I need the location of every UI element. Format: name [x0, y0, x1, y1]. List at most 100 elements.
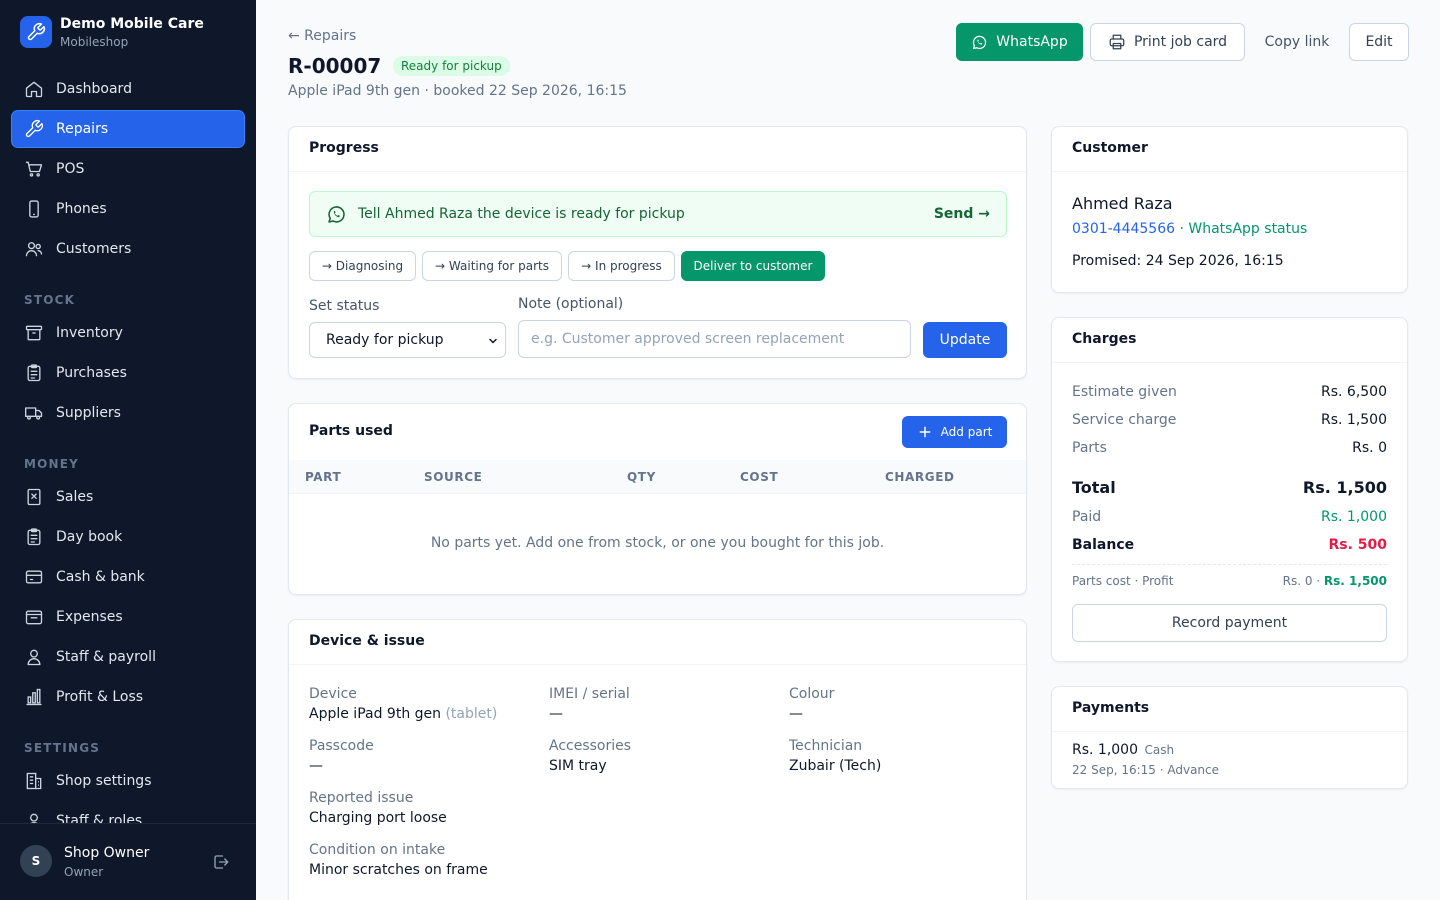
- field-value: Minor scratches on frame: [309, 862, 488, 878]
- column-header-charged: CHARGED: [885, 470, 955, 484]
- charges-card: Charges Estimate given Rs. 6,500 Service…: [1051, 317, 1408, 662]
- status-badge: Ready for pickup: [393, 56, 510, 76]
- row-label: Parts: [1072, 440, 1107, 456]
- sidebar-item-purchases[interactable]: Purchases: [12, 355, 244, 391]
- row-label: Estimate given: [1072, 384, 1177, 400]
- sidebar-item-label: Inventory: [56, 325, 123, 341]
- sidebar-item-label: Expenses: [56, 609, 123, 625]
- accessories-field: Accessories SIM tray: [549, 738, 779, 774]
- customer-contact: 0301-4445566 · WhatsApp status: [1072, 221, 1307, 237]
- deliver-to-customer-button[interactable]: Deliver to customer: [681, 251, 825, 281]
- add-part-button[interactable]: Add part: [902, 416, 1007, 448]
- bar-chart-icon: [24, 687, 44, 707]
- card-header: Device & issue: [289, 620, 1026, 665]
- sidebar-item-label: Profit & Loss: [56, 689, 144, 705]
- section-title-money: MONEY: [24, 457, 80, 471]
- field-label: Condition on intake: [309, 842, 446, 858]
- section-title-settings: SETTINGS: [24, 741, 101, 755]
- page-subtitle: Apple iPad 9th gen · booked 22 Sep 2026,…: [288, 83, 627, 99]
- sidebar-item-label: Day book: [56, 529, 123, 545]
- row-label: Parts cost · Profit: [1072, 574, 1174, 588]
- copy-link-button[interactable]: Copy link: [1252, 23, 1342, 61]
- sidebar-nav: Dashboard Repairs POS Phones Customers S…: [0, 68, 256, 823]
- back-to-repairs-link[interactable]: ← Repairs: [288, 28, 356, 44]
- technician-field: Technician Zubair (Tech): [789, 738, 1019, 774]
- update-button[interactable]: Update: [923, 322, 1007, 358]
- column-header-part: PART: [305, 470, 342, 484]
- sidebar-item-dashboard[interactable]: Dashboard: [12, 71, 244, 107]
- sidebar-item-label: Suppliers: [56, 405, 121, 421]
- row-label: Paid: [1072, 509, 1102, 525]
- sidebar-item-repairs[interactable]: Repairs: [12, 111, 244, 147]
- device-model: Apple iPad 9th gen: [309, 706, 442, 722]
- separator: ·: [1312, 574, 1324, 588]
- sidebar-item-staff-payroll[interactable]: Staff & payroll: [12, 639, 244, 675]
- field-value: —: [309, 758, 323, 774]
- sidebar-item-expenses[interactable]: Expenses: [12, 599, 244, 635]
- sidebar-item-day-book[interactable]: Day book: [12, 519, 244, 555]
- sidebar-item-suppliers[interactable]: Suppliers: [12, 395, 244, 431]
- sidebar-item-staff-roles[interactable]: Staff & roles: [12, 803, 244, 823]
- sidebar-item-customers[interactable]: Customers: [12, 231, 244, 267]
- phone-icon: [24, 199, 44, 219]
- person-icon: [24, 811, 44, 823]
- plus-icon: [917, 424, 933, 440]
- sidebar-item-pos[interactable]: POS: [12, 151, 244, 187]
- condition-field: Condition on intake Minor scratches on f…: [309, 842, 709, 878]
- sidebar-item-shop-settings[interactable]: Shop settings: [12, 763, 244, 799]
- brand[interactable]: Demo Mobile Care Mobileshop: [20, 16, 204, 48]
- parts-row: Parts Rs. 0: [1072, 440, 1387, 456]
- payment-method: Cash: [1144, 743, 1175, 757]
- sidebar-item-inventory[interactable]: Inventory: [12, 315, 244, 351]
- card-title: Device & issue: [309, 633, 425, 649]
- row-label: Total: [1072, 478, 1116, 497]
- divider: [1072, 564, 1387, 565]
- sidebar-item-phones[interactable]: Phones: [12, 191, 244, 227]
- edit-button[interactable]: Edit: [1349, 23, 1409, 61]
- column-header-source: SOURCE: [424, 470, 483, 484]
- sidebar-item-label: Sales: [56, 489, 94, 505]
- sidebar: Demo Mobile Care Mobileshop Dashboard Re…: [0, 0, 256, 900]
- whatsapp-button[interactable]: WhatsApp: [956, 23, 1083, 61]
- whatsapp-button-label: WhatsApp: [996, 34, 1068, 50]
- field-label: IMEI / serial: [549, 686, 630, 702]
- card-header: Progress: [289, 127, 1026, 172]
- field-value: SIM tray: [549, 758, 607, 774]
- status-select[interactable]: Ready for pickup: [309, 322, 506, 358]
- sidebar-item-sales[interactable]: Sales: [12, 479, 244, 515]
- status-chip-in-progress[interactable]: → In progress: [568, 251, 675, 281]
- whatsapp-icon: [971, 34, 988, 51]
- sidebar-item-label: POS: [56, 161, 85, 177]
- wrench-icon: [24, 119, 44, 139]
- logout-icon[interactable]: [212, 853, 230, 871]
- sidebar-item-profit-loss[interactable]: Profit & Loss: [12, 679, 244, 715]
- separator: ·: [1175, 221, 1189, 237]
- field-label: Passcode: [309, 738, 374, 754]
- total-row: Total Rs. 1,500: [1072, 478, 1387, 497]
- whatsapp-status-link[interactable]: WhatsApp status: [1188, 221, 1307, 237]
- banner-message: Tell Ahmed Raza the device is ready for …: [358, 206, 685, 222]
- print-job-card-button[interactable]: Print job card: [1090, 23, 1245, 61]
- customer-card: Customer Ahmed Raza 0301-4445566 · Whats…: [1051, 126, 1408, 293]
- sidebar-item-label: Repairs: [56, 121, 109, 137]
- sidebar-item-label: Customers: [56, 241, 132, 257]
- customer-phone-link[interactable]: 0301-4445566: [1072, 221, 1175, 237]
- record-payment-button[interactable]: Record payment: [1072, 604, 1387, 642]
- note-input[interactable]: [518, 320, 911, 358]
- status-chip-waiting-for-parts[interactable]: → Waiting for parts: [422, 251, 562, 281]
- building-icon: [24, 771, 44, 791]
- sidebar-item-label: Purchases: [56, 365, 127, 381]
- status-chip-diagnosing[interactable]: → Diagnosing: [309, 251, 416, 281]
- payments-card: Payments Rs. 1,000 Cash 22 Sep, 16:15 · …: [1051, 686, 1408, 789]
- field-label: Technician: [789, 738, 863, 754]
- row-value: Rs. 500: [1328, 537, 1387, 553]
- avatar[interactable]: S: [20, 845, 52, 877]
- whatsapp-notify-banner: Tell Ahmed Raza the device is ready for …: [309, 191, 1007, 237]
- sidebar-item-cash-bank[interactable]: Cash & bank: [12, 559, 244, 595]
- card-header: Charges: [1052, 318, 1407, 363]
- brand-subtitle: Mobileshop: [60, 34, 129, 49]
- imei-field: IMEI / serial —: [549, 686, 779, 722]
- card-title: Charges: [1072, 331, 1137, 347]
- book-icon: [24, 527, 44, 547]
- send-whatsapp-link[interactable]: Send →: [934, 206, 990, 222]
